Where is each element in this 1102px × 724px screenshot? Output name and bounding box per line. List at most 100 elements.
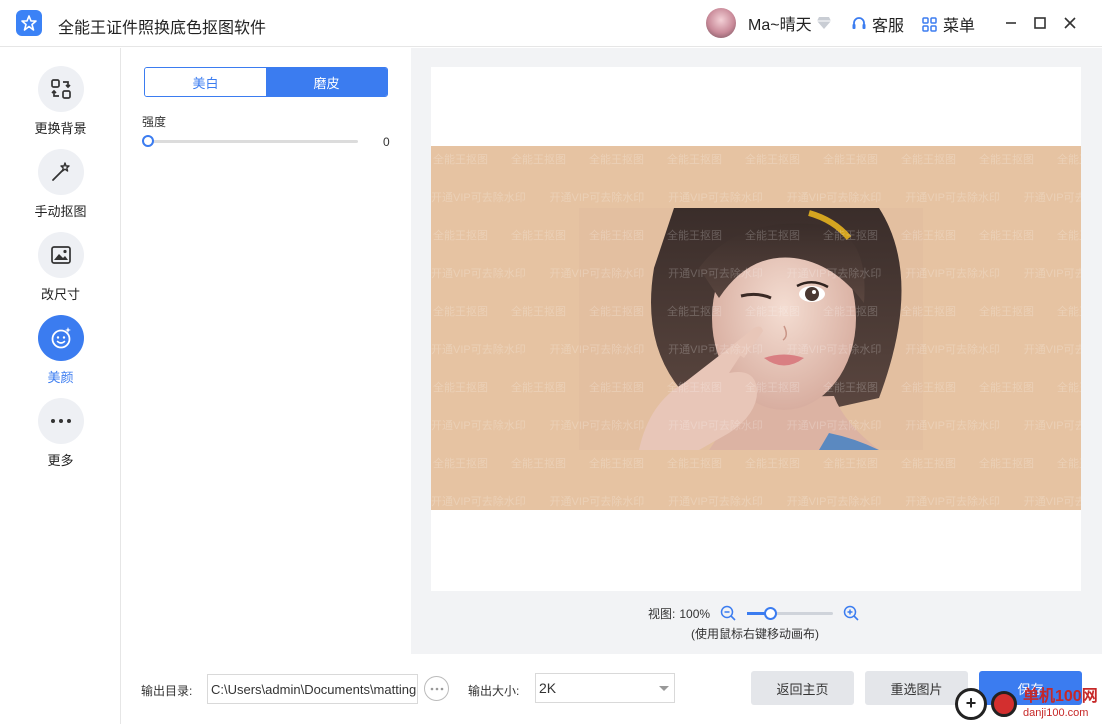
preview-watermark-text: 开通VIP可去除水印 bbox=[431, 344, 526, 356]
minimize-button[interactable] bbox=[1000, 12, 1022, 34]
sidebar: 更换背景 手动抠图 改尺寸 美颜 更多 bbox=[0, 48, 121, 724]
preview-canvas[interactable]: 全能王抠图 全能王抠图 全能王抠图 全能王抠图 全能王抠图 全能王抠图 全能王抠图 全能王抠图… bbox=[431, 67, 1081, 591]
title-bar: 全能王证件照换底色抠图软件 Ma~晴天 客服 菜单 bbox=[0, 0, 1102, 47]
preview-watermark-text: 全能王抠图 bbox=[433, 230, 488, 242]
menu-label: 菜单 bbox=[943, 18, 976, 35]
zoom-slider[interactable] bbox=[747, 607, 834, 620]
sidebar-item-label: 更多 bbox=[47, 453, 74, 468]
preview-watermark-text: 全能王抠图 bbox=[901, 458, 956, 470]
sidebar-item-manual-cutout[interactable]: 手动抠图 bbox=[0, 149, 121, 229]
user-profile[interactable]: Ma~晴天 bbox=[706, 8, 832, 38]
close-button[interactable] bbox=[1059, 12, 1081, 34]
preview-watermark-text: 全能王抠图 bbox=[901, 154, 956, 166]
preview-watermark-text: 全能王抠图 bbox=[1057, 382, 1081, 394]
zoom-label: 视图: bbox=[648, 607, 676, 621]
preview-watermark-text: 开通VIP可去除水印 bbox=[786, 344, 882, 356]
headset-icon bbox=[851, 16, 867, 32]
vip-diamond-icon bbox=[816, 16, 832, 30]
site-watermark-line2: danji100.com bbox=[1023, 706, 1089, 719]
preview-watermark-text: 全能王抠图 bbox=[589, 458, 644, 470]
close-icon bbox=[1064, 17, 1076, 29]
output-size-select[interactable]: 2K bbox=[535, 673, 675, 703]
customer-service-button[interactable]: 客服 bbox=[851, 12, 904, 36]
sidebar-item-label: 更换背景 bbox=[34, 121, 87, 136]
preview-watermark-text: 全能王抠图 bbox=[745, 154, 800, 166]
preview-watermark-text: 全能王抠图 bbox=[589, 382, 644, 394]
preview-watermark-text: 全能王抠图 bbox=[823, 230, 878, 242]
maximize-icon bbox=[1034, 17, 1046, 29]
preview-watermark-text: 开通VIP可去除水印 bbox=[549, 496, 645, 508]
browse-folder-button[interactable] bbox=[424, 676, 449, 701]
tab-whitening[interactable]: 美白 bbox=[145, 68, 266, 96]
return-home-button[interactable]: 返回主页 bbox=[751, 671, 854, 705]
preview-watermark-text: 全能王抠图 bbox=[823, 382, 878, 394]
strength-value: 0 bbox=[383, 135, 390, 149]
user-name[interactable]: Ma~晴天 bbox=[748, 11, 812, 35]
preview-watermark-text: 全能王抠图 bbox=[823, 154, 878, 166]
reselect-image-button[interactable]: 重选图片 bbox=[865, 671, 968, 705]
service-label: 客服 bbox=[872, 18, 905, 35]
preview-watermark-text: 全能王抠图 bbox=[667, 458, 722, 470]
sidebar-item-resize[interactable]: 改尺寸 bbox=[0, 232, 121, 312]
preview-watermark-text: 全能王抠图 bbox=[745, 306, 800, 318]
chevron-down-icon bbox=[659, 686, 669, 691]
canvas-move-hint: (使用鼠标右键移动画布) bbox=[691, 627, 819, 641]
preview-watermark-text: 全能王抠图 bbox=[979, 382, 1034, 394]
preview-watermark-text: 开通VIP可去除水印 bbox=[905, 344, 1000, 356]
preview-watermark-text: 开通VIP可去除水印 bbox=[549, 420, 645, 432]
preview-watermark-text: 全能王抠图 bbox=[433, 306, 488, 318]
maximize-button[interactable] bbox=[1029, 12, 1051, 34]
sidebar-item-beauty[interactable]: 美颜 bbox=[0, 315, 121, 395]
preview-watermark-text: 全能王抠图 bbox=[589, 154, 644, 166]
preview-watermark-text: 全能王抠图 bbox=[511, 458, 566, 470]
preview-watermark-text: 全能王抠图 bbox=[667, 154, 722, 166]
preview-watermark-text: 全能王抠图 bbox=[589, 230, 644, 242]
preview-watermark-text: 开通VIP可去除水印 bbox=[668, 344, 763, 356]
strength-label: 强度 bbox=[142, 115, 167, 129]
sidebar-item-more[interactable]: 更多 bbox=[0, 398, 121, 478]
smiley-face-icon bbox=[37, 315, 84, 361]
avatar[interactable] bbox=[706, 8, 736, 38]
zoom-slider-handle[interactable] bbox=[764, 607, 778, 620]
grid-menu-icon bbox=[922, 16, 937, 32]
more-dots-icon bbox=[37, 398, 84, 444]
preview-watermark-text: 全能王抠图 bbox=[433, 382, 488, 394]
sidebar-item-label: 手动抠图 bbox=[34, 204, 87, 219]
sidebar-item-label: 改尺寸 bbox=[40, 287, 80, 302]
preview-watermark-text: 全能王抠图 bbox=[745, 230, 800, 242]
magic-wand-icon bbox=[37, 149, 84, 195]
zoom-control: 视图: 100% bbox=[648, 605, 860, 622]
preview-watermark-text: 开通VIP可去除水印 bbox=[431, 420, 526, 432]
preview-watermark-text: 全能王抠图 bbox=[979, 230, 1034, 242]
preview-watermark-text: 全能王抠图 bbox=[979, 154, 1034, 166]
zoom-in-icon[interactable] bbox=[843, 605, 860, 622]
tab-smoothing[interactable]: 磨皮 bbox=[266, 68, 387, 96]
site-watermark-line1: 单机100网 bbox=[1023, 687, 1098, 705]
strength-slider-handle[interactable] bbox=[142, 135, 154, 147]
preview-watermark-text: 全能王抠图 bbox=[901, 382, 956, 394]
preview-watermark-text: 全能王抠图 bbox=[823, 306, 878, 318]
preview-watermark-text: 开通VIP可去除水印 bbox=[549, 192, 645, 204]
preview-watermark-text: 开通VIP可去除水印 bbox=[549, 268, 645, 280]
preview-workspace: 全能王抠图 全能王抠图 全能王抠图 全能王抠图 全能王抠图 全能王抠图 全能王抠图 全能王抠图… bbox=[411, 48, 1102, 654]
preview-watermark-text: 全能王抠图 bbox=[745, 382, 800, 394]
strength-slider-track[interactable] bbox=[148, 140, 358, 143]
output-dir-field[interactable]: C:\Users\admin\Documents\matting bbox=[207, 674, 418, 704]
preview-watermark-text: 开通VIP可去除水印 bbox=[431, 268, 526, 280]
zoom-out-icon[interactable] bbox=[720, 605, 737, 622]
sidebar-item-change-background[interactable]: 更换背景 bbox=[0, 66, 121, 146]
preview-watermark-text: 开通VIP可去除水印 bbox=[1023, 344, 1081, 356]
portrait-image bbox=[579, 208, 923, 450]
preview-watermark-text: 全能王抠图 bbox=[667, 230, 722, 242]
preview-watermark-text: 全能王抠图 bbox=[511, 230, 566, 242]
preview-watermark-text: 开通VIP可去除水印 bbox=[668, 192, 763, 204]
menu-button[interactable]: 菜单 bbox=[922, 12, 975, 36]
plus-circle-icon: + bbox=[955, 687, 987, 720]
preview-watermark-text: 开通VIP可去除水印 bbox=[431, 192, 526, 204]
sidebar-item-label: 美颜 bbox=[47, 370, 74, 385]
preview-watermark-text: 开通VIP可去除水印 bbox=[668, 420, 763, 432]
preview-watermark-text: 开通VIP可去除水印 bbox=[786, 268, 882, 280]
photo-preview[interactable]: 全能王抠图 全能王抠图 全能王抠图 全能王抠图 全能王抠图 全能王抠图 全能王抠图 全能王抠图… bbox=[431, 146, 1081, 510]
preview-watermark-text: 全能王抠图 bbox=[1057, 154, 1081, 166]
preview-watermark-text: 开通VIP可去除水印 bbox=[786, 420, 882, 432]
